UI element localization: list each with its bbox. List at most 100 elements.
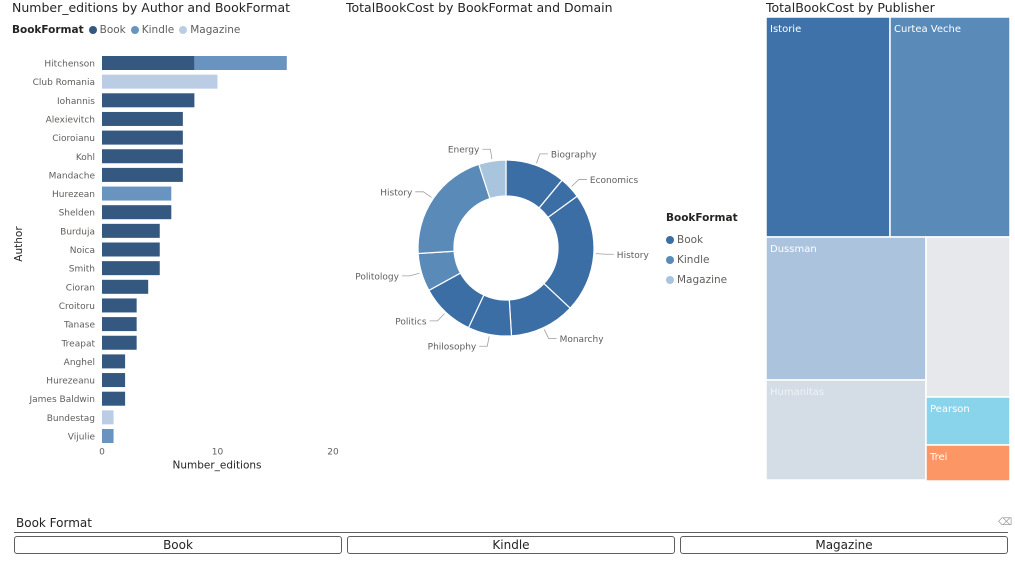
bar-book[interactable]: [102, 242, 160, 257]
bar-magazine[interactable]: [102, 74, 218, 89]
donut-slice-label: History: [617, 251, 650, 261]
donut-slice[interactable]: [417, 163, 491, 255]
bar-magazine[interactable]: [102, 410, 114, 425]
bar-chart-legend: BookFormat Book Kindle Magazine: [12, 24, 245, 36]
donut-leader-line: [482, 148, 493, 160]
y-tick-label: Anghel: [64, 358, 95, 368]
x-tick-label: 20: [327, 448, 339, 458]
donut-slice-label: History: [380, 188, 413, 198]
y-tick-label: Mandache: [49, 171, 96, 181]
treemap-tile[interactable]: [766, 236, 927, 381]
bar-kindle[interactable]: [194, 56, 287, 70]
donut-leader-line: [543, 329, 557, 339]
y-tick-label: Noica: [70, 246, 95, 256]
bar-legend-item-kindle[interactable]: Kindle: [130, 24, 174, 36]
donut-legend-title: BookFormat: [666, 212, 738, 224]
bar-book[interactable]: [102, 335, 137, 350]
bar-book[interactable]: [102, 298, 137, 313]
y-tick-label: Club Romania: [33, 78, 95, 88]
bar-legend-item-book[interactable]: Book: [88, 24, 126, 36]
bar-book[interactable]: [102, 205, 172, 220]
x-tick-label: 10: [212, 448, 224, 458]
slicer-button-magazine[interactable]: Magazine: [680, 536, 1008, 554]
bar-book[interactable]: [102, 149, 183, 164]
bar-legend-item-magazine[interactable]: Magazine: [179, 24, 240, 36]
donut-slice-label: Philosophy: [428, 343, 477, 353]
y-tick-label: Smith: [69, 265, 95, 275]
donut-slice-label: Politology: [355, 272, 399, 282]
y-tick-label: Cioran: [66, 283, 95, 293]
donut-slice-label: Economics: [590, 176, 639, 186]
bar-chart-title: Number_editions by Author and BookFormat: [12, 0, 291, 15]
treemap-tile[interactable]: [925, 444, 1011, 482]
x-axis-label: Number_editions: [172, 460, 261, 472]
y-tick-label: Treapat: [61, 339, 96, 349]
donut-slice-label: Energy: [448, 146, 480, 156]
donut-leader-line: [571, 179, 587, 187]
clear-selections-icon[interactable]: ⌫: [998, 517, 1012, 528]
donut-leader-line: [429, 313, 445, 322]
bar-book[interactable]: [102, 56, 195, 70]
treemap-tile-label: Pearson: [930, 404, 970, 415]
y-tick-label: Hurezean: [52, 190, 95, 200]
bar-book[interactable]: [102, 354, 126, 369]
donut-leader-line: [401, 272, 420, 277]
treemap-tile[interactable]: [766, 17, 891, 238]
treemap-tile-label: Trei: [929, 452, 947, 463]
bar-chart[interactable]: Hitchenson Club Romania Iohannis Alexievitc…: [0, 44, 345, 504]
donut-slice-label: Politics: [395, 317, 427, 327]
donut-leader-line: [536, 153, 548, 164]
y-tick-label: Alexievitch: [46, 115, 95, 125]
bar-book[interactable]: [102, 93, 195, 108]
treemap-tile-label: Dussman: [770, 244, 817, 255]
y-tick-label: Burduja: [60, 227, 95, 237]
treemap-tile[interactable]: [889, 17, 1011, 238]
bar-book[interactable]: [102, 373, 126, 388]
slicer-button-kindle[interactable]: Kindle: [347, 536, 675, 554]
slicer-button-book[interactable]: Book: [14, 536, 342, 554]
bar-legend-title: BookFormat: [12, 24, 84, 36]
bar-book[interactable]: [102, 167, 183, 182]
y-tick-label: Tanase: [63, 321, 95, 331]
bar-kindle[interactable]: [102, 429, 114, 443]
treemap-tile-label: Istorie: [770, 24, 801, 35]
treemap-tile-label: Humanitas: [770, 387, 824, 398]
donut-slice-label: Biography: [551, 150, 598, 160]
donut-legend-item-book[interactable]: Book: [666, 230, 738, 250]
x-tick-label: 0: [99, 448, 105, 458]
y-tick-label: Vijulie: [68, 433, 96, 443]
donut-chart-title: TotalBookCost by BookFormat and Domain: [346, 0, 613, 15]
y-tick-label: Croitoru: [59, 302, 95, 312]
donut-slice-label: Monarchy: [560, 335, 605, 345]
slicer-divider: [14, 532, 1008, 533]
y-tick-label: Hitchenson: [44, 60, 95, 70]
bar-kindle[interactable]: [102, 186, 172, 201]
bar-book[interactable]: [102, 130, 183, 145]
y-tick-label: Bundestag: [47, 414, 95, 424]
treemap-tile[interactable]: [925, 236, 1011, 398]
donut-chart[interactable]: Biography Economics History Monarchy Philoso…: [345, 100, 665, 500]
bar-book[interactable]: [102, 261, 160, 276]
donut-legend-item-magazine[interactable]: Magazine: [666, 270, 738, 290]
y-tick-label: Shelden: [59, 209, 95, 219]
slicer-title: Book Format: [16, 516, 92, 530]
bar-book[interactable]: [102, 317, 137, 332]
donut-leader-line: [415, 191, 432, 198]
donut-leader-line: [595, 253, 614, 255]
treemap-chart[interactable]: Istorie Curtea Veche Dussman Humanitas Pears…: [766, 17, 1011, 482]
donut-legend-item-kindle[interactable]: Kindle: [666, 250, 738, 270]
bar-book[interactable]: [102, 279, 149, 294]
y-tick-label: Iohannis: [57, 97, 95, 107]
y-axis-label: Author: [13, 226, 25, 262]
donut-chart-legend: BookFormat Book Kindle Magazine: [666, 212, 738, 290]
y-tick-label: Kohl: [76, 153, 95, 163]
y-tick-label: Cioroianu: [52, 134, 95, 144]
y-tick-label: Hurezeanu: [46, 377, 95, 387]
bar-book[interactable]: [102, 391, 126, 406]
treemap-tile-label: Curtea Veche: [894, 24, 961, 35]
y-tick-label: James Baldwin: [29, 395, 96, 405]
bar-book[interactable]: [102, 223, 160, 238]
donut-leader-line: [479, 336, 490, 347]
treemap-title: TotalBookCost by Publisher: [766, 0, 935, 15]
bar-book[interactable]: [102, 111, 183, 126]
